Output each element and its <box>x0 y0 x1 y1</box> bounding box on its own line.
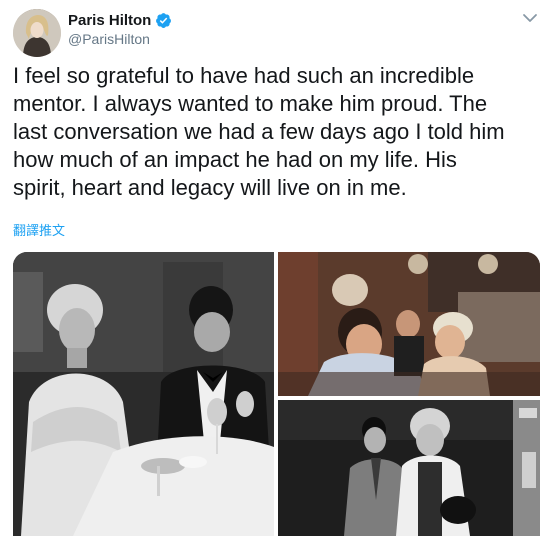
media-photo-3[interactable] <box>278 400 540 536</box>
media-photo-1[interactable] <box>13 252 274 536</box>
tweet-text: I feel so grateful to have had such an i… <box>13 63 505 200</box>
verified-badge-icon <box>155 12 172 29</box>
media-photo-2[interactable] <box>278 252 540 396</box>
display-name[interactable]: Paris Hilton <box>68 12 151 29</box>
author-handle[interactable]: @ParisHilton <box>68 31 150 47</box>
tweet-card: Paris Hilton @ParisHilton I feel so grat… <box>0 0 550 536</box>
media-grid <box>13 252 540 536</box>
author-name-row: Paris Hilton <box>68 12 172 29</box>
chevron-down-icon[interactable] <box>520 10 540 26</box>
avatar[interactable] <box>13 9 61 57</box>
translate-tweet-link[interactable]: 翻譯推文 <box>13 220 65 239</box>
